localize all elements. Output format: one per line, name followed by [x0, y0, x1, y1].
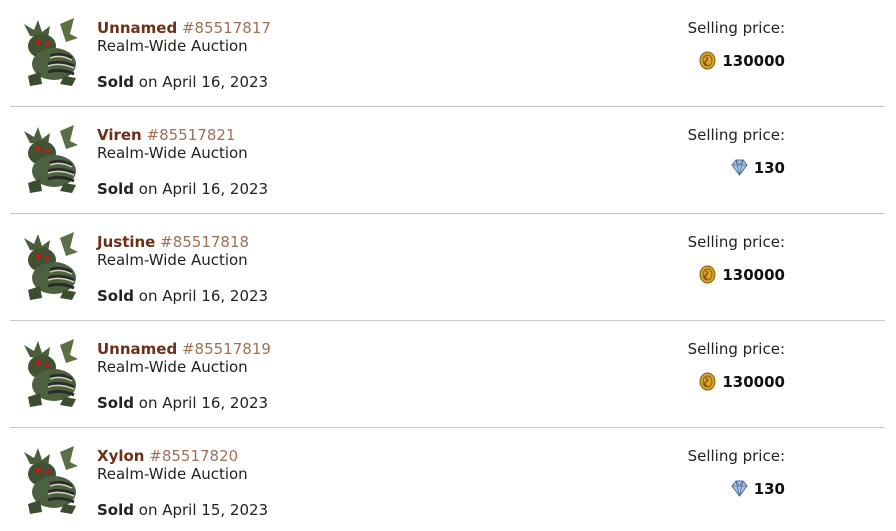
- dragon-avatar[interactable]: [20, 123, 82, 195]
- sold-label: Sold: [97, 73, 134, 91]
- auction-type: Realm-Wide Auction: [97, 37, 248, 55]
- price-block: Selling price: 130000: [688, 340, 785, 395]
- price-amount: 130000: [722, 265, 785, 284]
- dragon-name[interactable]: Unnamed: [97, 19, 177, 37]
- sale-row: Xylon #85517820 Realm-Wide Auction Sold …: [10, 428, 885, 531]
- auction-type: Realm-Wide Auction: [97, 144, 248, 162]
- sale-info: Viren #85517821 Realm-Wide Auction Sold …: [97, 126, 268, 198]
- dragon-id: #85517820: [149, 447, 239, 465]
- auction-type: Realm-Wide Auction: [97, 465, 248, 483]
- dragon-name-link[interactable]: Justine: [97, 233, 155, 251]
- sold-line: Sold on April 16, 2023: [97, 394, 271, 412]
- treasure-coin-icon: [699, 372, 716, 391]
- sold-line: Sold on April 16, 2023: [97, 287, 268, 305]
- sale-row: Unnamed #85517819 Realm-Wide Auction Sol…: [10, 321, 885, 428]
- sold-date: on April 16, 2023: [138, 394, 269, 412]
- price-value: 130000: [699, 265, 785, 284]
- dragon-avatar[interactable]: [20, 444, 82, 516]
- price-value: 130: [731, 158, 785, 177]
- sold-label: Sold: [97, 501, 134, 519]
- sold-line: Sold on April 15, 2023: [97, 501, 268, 519]
- sold-label: Sold: [97, 180, 134, 198]
- price-label: Selling price:: [687, 340, 785, 358]
- sold-label: Sold: [97, 394, 134, 412]
- sale-info: Unnamed #85517817 Realm-Wide Auction Sol…: [97, 19, 271, 91]
- price-value: 130000: [699, 372, 785, 391]
- price-label: Selling price:: [687, 126, 785, 144]
- price-value: 130: [731, 479, 785, 498]
- dragon-name[interactable]: Viren: [97, 126, 142, 144]
- sale-row: Unnamed #85517817 Realm-Wide Auction Sol…: [10, 0, 885, 107]
- price-block: Selling price: 130: [688, 126, 785, 181]
- dragon-id: #85517818: [160, 233, 250, 251]
- price-label: Selling price:: [687, 447, 785, 465]
- dragon-name-link[interactable]: Viren: [97, 126, 142, 144]
- dragon-name-link[interactable]: Xylon: [97, 447, 144, 465]
- sale-info: Unnamed #85517819 Realm-Wide Auction Sol…: [97, 340, 271, 412]
- dragon-name-link[interactable]: Unnamed: [97, 340, 177, 358]
- sale-row: Justine #85517818 Realm-Wide Auction Sol…: [10, 214, 885, 321]
- treasure-coin-icon: [699, 265, 716, 284]
- price-block: Selling price: 130000: [688, 19, 785, 74]
- sale-info: Justine #85517818 Realm-Wide Auction Sol…: [97, 233, 268, 305]
- dragon-avatar[interactable]: [20, 16, 82, 88]
- dragon-name[interactable]: Xylon: [97, 447, 144, 465]
- price-label: Selling price:: [687, 19, 785, 37]
- sold-line: Sold on April 16, 2023: [97, 73, 271, 91]
- sold-date: on April 16, 2023: [138, 287, 269, 305]
- dragon-id: #85517819: [181, 340, 271, 358]
- dragon-id: #85517821: [146, 126, 236, 144]
- dragon-id: #85517817: [181, 19, 271, 37]
- dragon-name[interactable]: Unnamed: [97, 340, 177, 358]
- price-amount: 130: [753, 479, 785, 498]
- sold-label: Sold: [97, 287, 134, 305]
- price-block: Selling price: 130000: [688, 233, 785, 288]
- sold-date: on April 16, 2023: [138, 73, 269, 91]
- price-value: 130000: [699, 51, 785, 70]
- gem-icon: [731, 159, 748, 176]
- dragon-avatar[interactable]: [20, 337, 82, 409]
- price-amount: 130000: [722, 372, 785, 391]
- auction-type: Realm-Wide Auction: [97, 251, 248, 269]
- sales-list: Unnamed #85517817 Realm-Wide Auction Sol…: [0, 0, 896, 531]
- price-block: Selling price: 130: [688, 447, 785, 502]
- price-amount: 130000: [722, 51, 785, 70]
- sold-date: on April 15, 2023: [138, 501, 269, 519]
- dragon-avatar[interactable]: [20, 230, 82, 302]
- sold-line: Sold on April 16, 2023: [97, 180, 268, 198]
- sold-date: on April 16, 2023: [138, 180, 269, 198]
- treasure-coin-icon: [699, 51, 716, 70]
- price-label: Selling price:: [687, 233, 785, 251]
- sale-info: Xylon #85517820 Realm-Wide Auction Sold …: [97, 447, 268, 519]
- dragon-name[interactable]: Justine: [97, 233, 155, 251]
- auction-type: Realm-Wide Auction: [97, 358, 248, 376]
- gem-icon: [731, 480, 748, 497]
- sale-row: Viren #85517821 Realm-Wide Auction Sold …: [10, 107, 885, 214]
- price-amount: 130: [753, 158, 785, 177]
- dragon-name-link[interactable]: Unnamed: [97, 19, 177, 37]
